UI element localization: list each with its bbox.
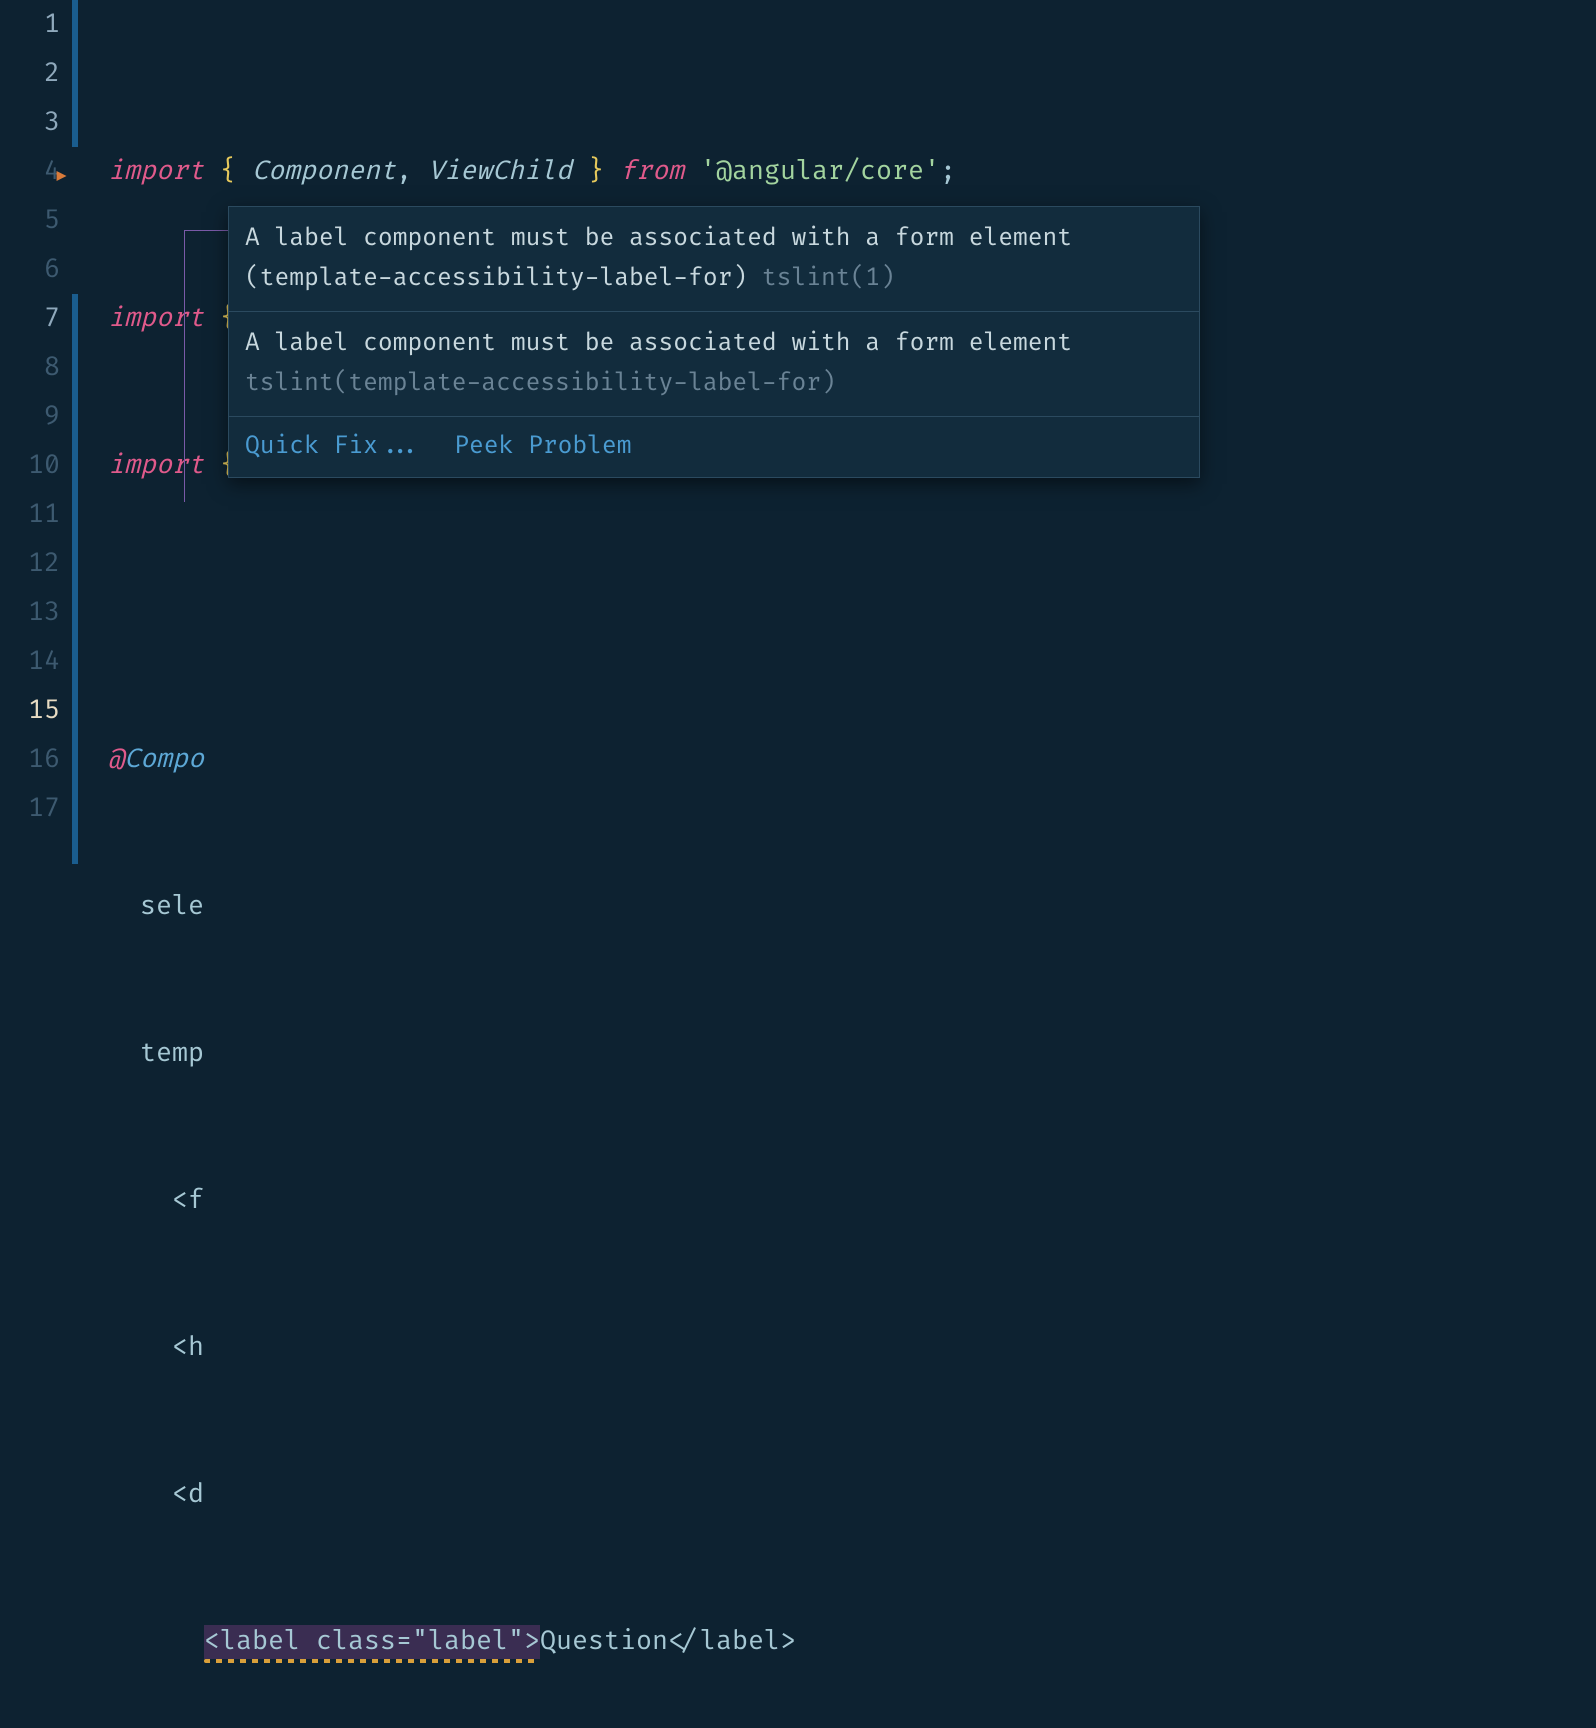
code-line: <h — [108, 1323, 1596, 1372]
code-line: temp — [108, 1029, 1596, 1078]
line-number: 12 — [0, 539, 60, 588]
code-line — [108, 588, 1596, 637]
code-line: <d — [108, 1470, 1596, 1519]
code-line: @Compo — [108, 735, 1596, 784]
line-number: 15 — [0, 686, 60, 735]
code-line: <f — [108, 1176, 1596, 1225]
hover-actions: Quick Fix... Peek Problem — [229, 417, 1199, 477]
line-number: 11 — [0, 490, 60, 539]
line-number: 13 — [0, 588, 60, 637]
peek-problem-button[interactable]: Peek Problem — [454, 427, 631, 467]
lint-warning-highlight[interactable]: <label class="label"> — [204, 1625, 540, 1659]
line-number: 9 — [0, 392, 60, 441]
line-number: 8 — [0, 343, 60, 392]
code-line: <label class="label">Question</label> — [108, 1617, 1596, 1666]
line-number-gutter: 1 2 3 4 5 6 7 8 9 10 11 12 13 14 15 16 1… — [0, 0, 72, 864]
code-line: import { Component, ViewChild } from '@a… — [108, 147, 1596, 196]
code-line: sele — [108, 882, 1596, 931]
collapse-folding-icon[interactable]: ▶ — [56, 151, 67, 200]
line-number: 17 — [0, 784, 60, 833]
line-number: 4 — [0, 147, 60, 196]
line-number: 3 — [0, 98, 60, 147]
line-number: 10 — [0, 441, 60, 490]
problem-hover-tooltip: A label component must be associated wit… — [228, 206, 1200, 478]
hover-message: A label component must be associated wit… — [229, 312, 1199, 417]
line-number: 5 — [0, 196, 60, 245]
line-number: 14 — [0, 637, 60, 686]
line-number: 2 — [0, 49, 60, 98]
quick-fix-button[interactable]: Quick Fix... — [245, 427, 422, 467]
line-number: 1 — [0, 0, 60, 49]
line-number: 7 — [0, 294, 60, 343]
line-number: 6 — [0, 245, 60, 294]
hover-message: A label component must be associated wit… — [229, 207, 1199, 312]
line-number: 16 — [0, 735, 60, 784]
